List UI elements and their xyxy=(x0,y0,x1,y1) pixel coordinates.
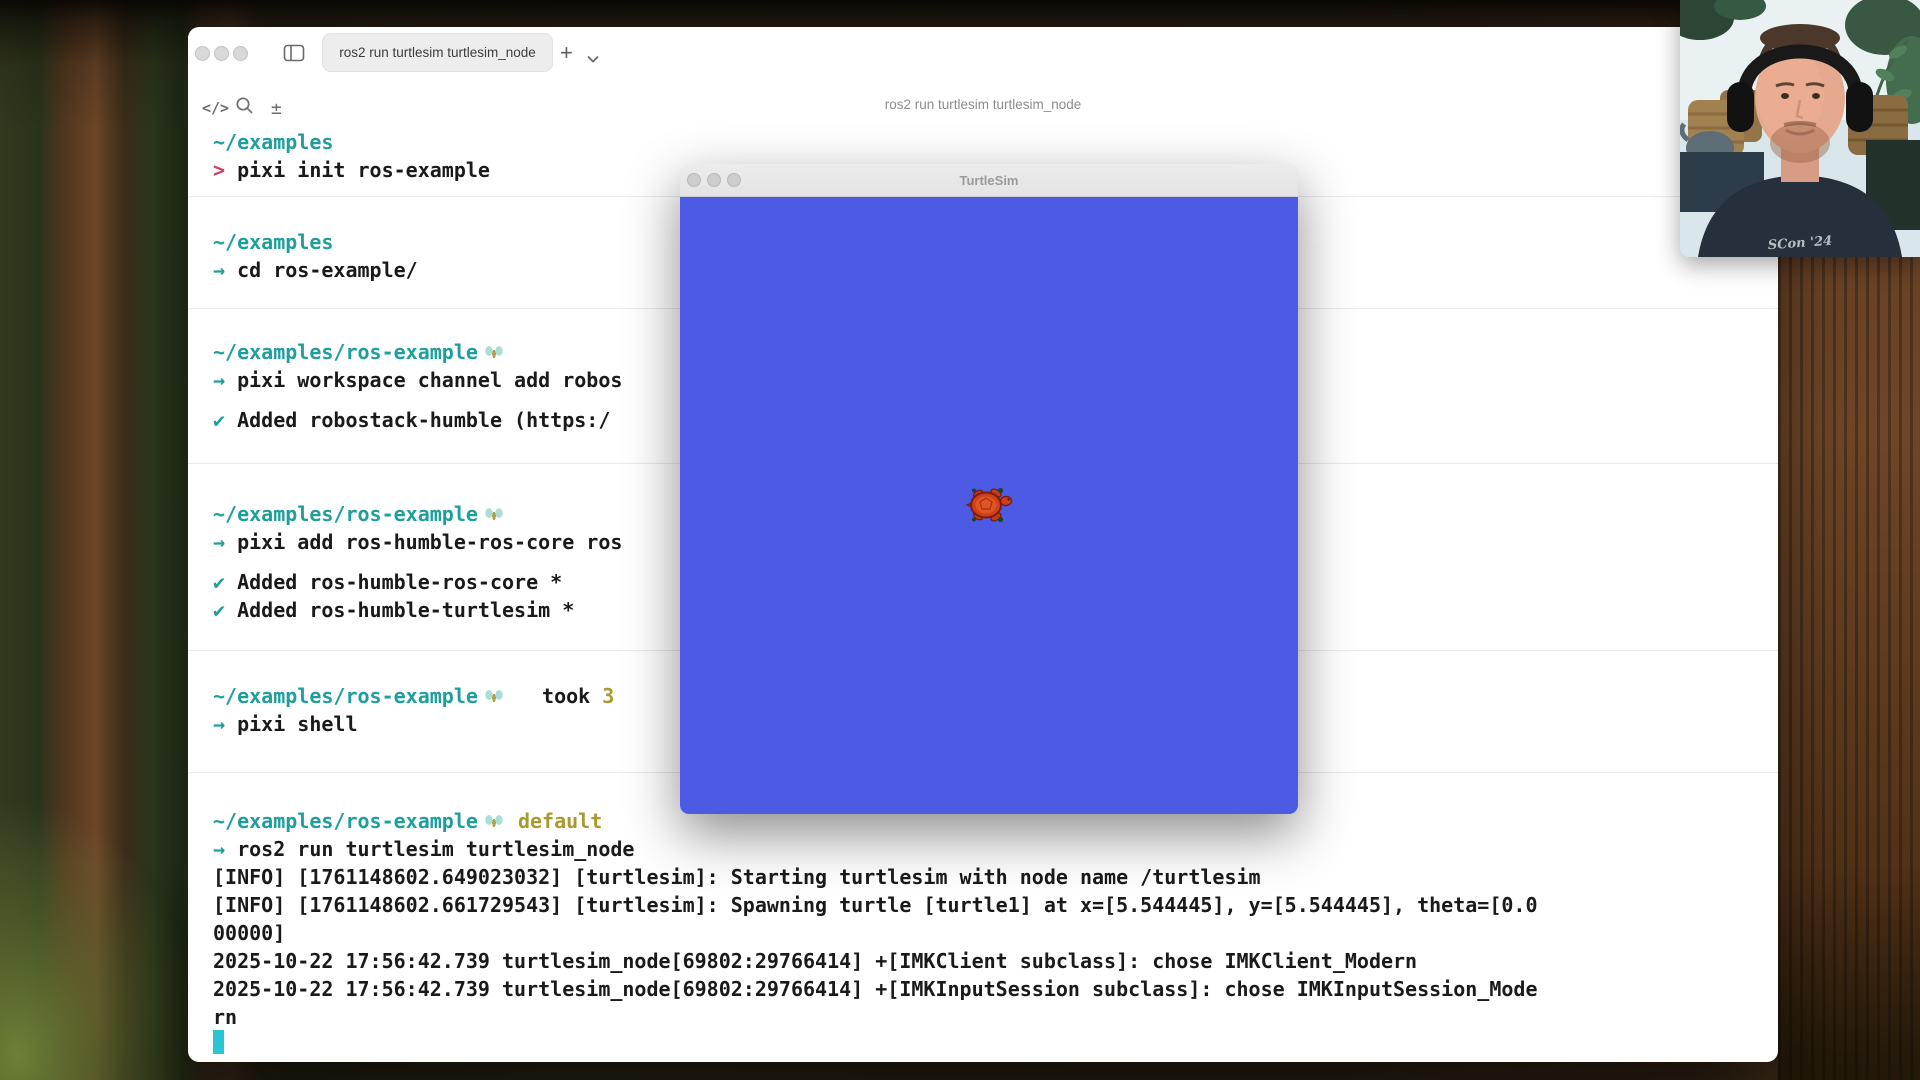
close-button[interactable] xyxy=(687,173,701,187)
terminal-line: [INFO] [1761148602.661729543] [turtlesim… xyxy=(213,893,1770,921)
terminal-line: ~/examples xyxy=(213,130,1770,158)
zoom-button[interactable] xyxy=(233,46,248,61)
terminal-line[interactable]: → ros2 run turtlesim turtlesim_node xyxy=(213,837,1770,865)
turtlesim-title: TurtleSim xyxy=(680,164,1298,197)
webcam-scene xyxy=(1680,0,1920,257)
new-tab-button[interactable]: + xyxy=(560,42,573,64)
tab-title: ros2 run turtlesim turtlesim_node xyxy=(339,45,536,60)
fairy-emoji xyxy=(482,342,506,362)
zoom-button[interactable] xyxy=(727,173,741,187)
terminal-cursor[interactable] xyxy=(213,1030,224,1054)
chevron-down-icon[interactable] xyxy=(587,47,599,67)
wallpaper-moss xyxy=(0,780,220,1080)
turtle-sprite xyxy=(965,486,1013,524)
terminal-line: [INFO] [1761148602.649023032] [turtlesim… xyxy=(213,865,1770,893)
desktop: ros2 run turtlesim turtlesim_node + </> … xyxy=(0,0,1920,1080)
terminal-line: rn xyxy=(213,1005,1770,1033)
fairy-emoji xyxy=(482,811,506,831)
sidebar-toggle-icon[interactable] xyxy=(283,43,305,63)
close-button[interactable] xyxy=(195,46,210,61)
webcam-overlay: SCon '24 xyxy=(1680,0,1920,257)
terminal-header-title: ros2 run turtlesim turtlesim_node xyxy=(188,97,1778,112)
turtlesim-window: TurtleSim xyxy=(680,164,1298,814)
fairy-emoji xyxy=(482,504,506,524)
terminal-line: 00000] xyxy=(213,921,1770,949)
terminal-line: 2025-10-22 17:56:42.739 turtlesim_node[6… xyxy=(213,949,1770,977)
minimize-button[interactable] xyxy=(707,173,721,187)
terminal-line: 2025-10-22 17:56:42.739 turtlesim_node[6… xyxy=(213,977,1770,1005)
minimize-button[interactable] xyxy=(214,46,229,61)
fairy-emoji xyxy=(482,686,506,706)
turtlesim-canvas xyxy=(680,197,1298,814)
terminal-tab[interactable]: ros2 run turtlesim turtlesim_node xyxy=(322,33,553,72)
